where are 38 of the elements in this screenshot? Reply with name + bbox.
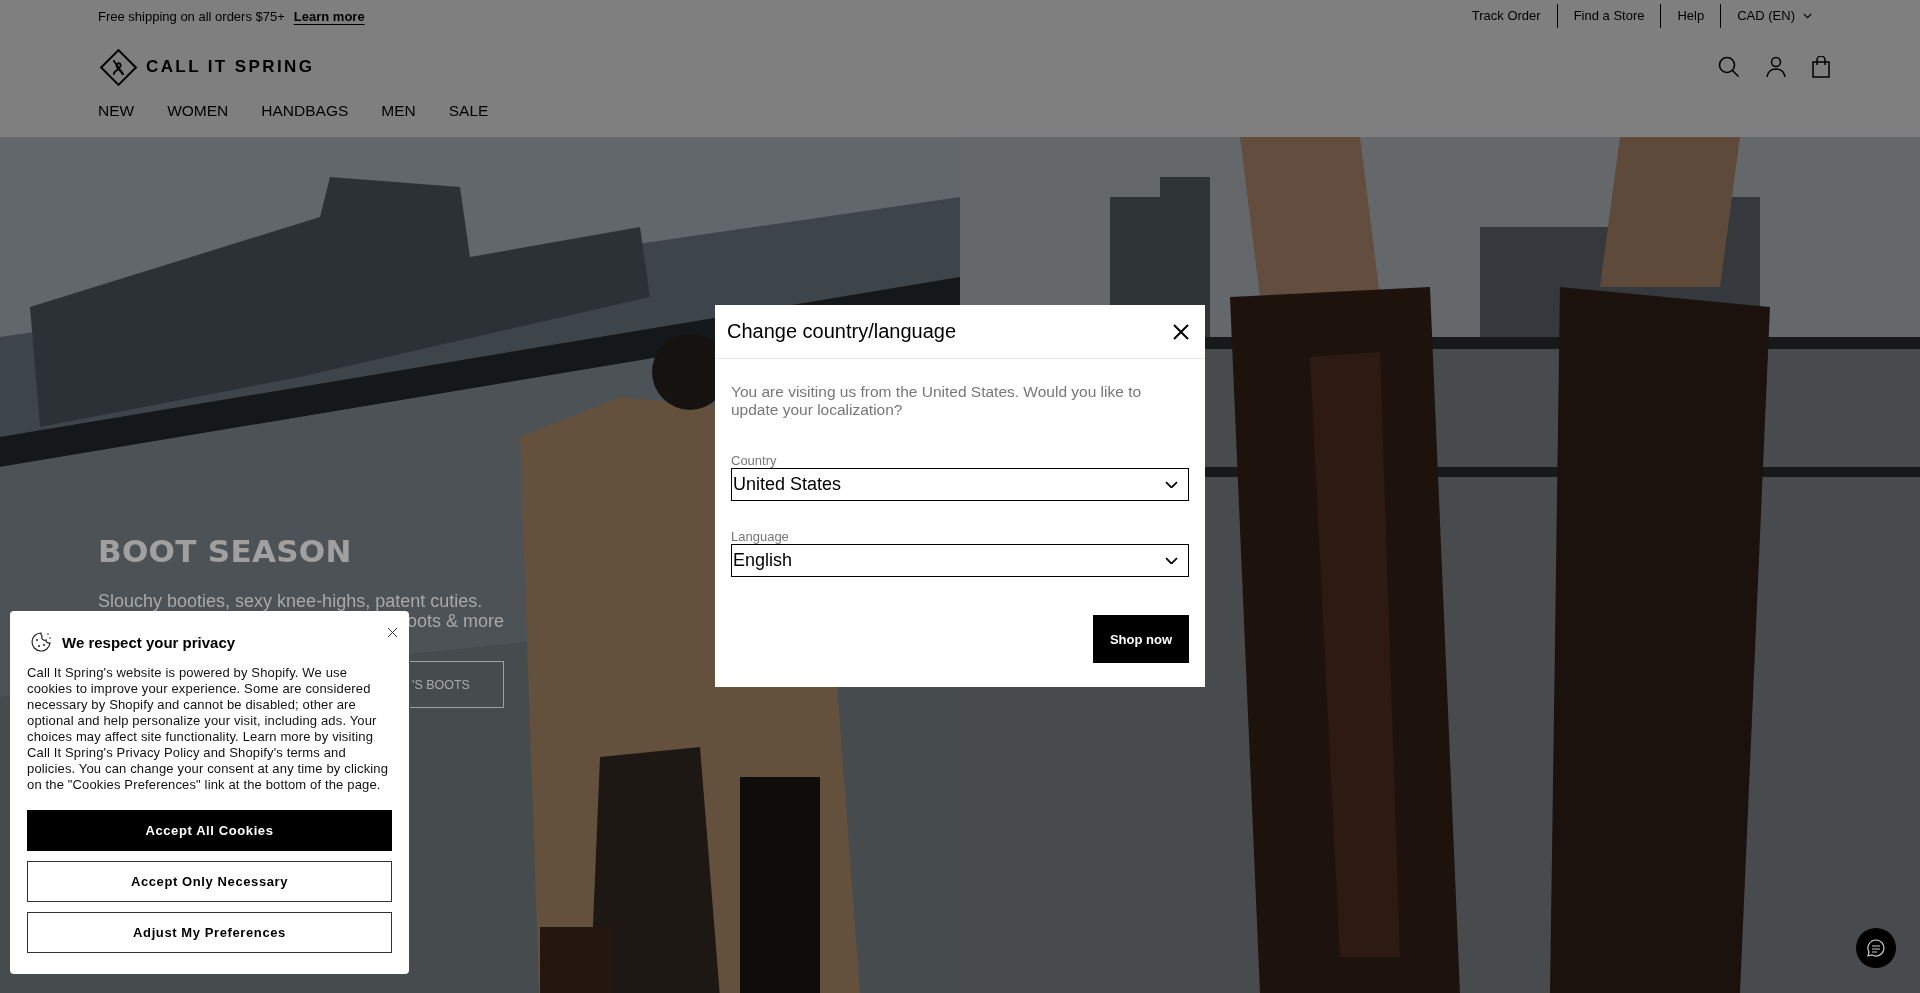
announcement-text: Free shipping on all orders $75+: [98, 8, 285, 24]
cookie-icon: [30, 631, 52, 653]
utility-link[interactable]: Track Order: [1455, 4, 1557, 28]
nav-link[interactable]: WOMEN: [167, 102, 229, 120]
logo-icon: [98, 46, 139, 88]
field-label: Country: [731, 453, 778, 468]
cookie-option-button[interactable]: Accept Only Necessary: [27, 861, 392, 902]
chat-icon: [1866, 938, 1886, 958]
account-icon[interactable]: [1766, 56, 1786, 78]
utility-link[interactable]: Help: [1660, 4, 1721, 28]
nav-link[interactable]: HANDBAGS: [261, 102, 349, 120]
shopping-bag-icon[interactable]: [1812, 56, 1830, 78]
dialog-title: Change country/language: [727, 320, 957, 343]
nav-link[interactable]: SALE: [448, 102, 489, 120]
cookie-title: We respect your privacy: [62, 633, 236, 651]
hero-title: BOOT SEASON: [98, 533, 353, 569]
select-field[interactable]: United States: [731, 468, 1189, 501]
search-icon[interactable]: [1718, 56, 1740, 78]
learn-more-link[interactable]: Learn more: [293, 8, 365, 24]
currency-selector[interactable]: CAD (EN): [1720, 4, 1828, 28]
shop-now-button[interactable]: Shop now: [1093, 615, 1189, 663]
close-button[interactable]: [385, 625, 400, 640]
logo-text: CALL IT SPRING: [146, 57, 315, 77]
field-label: Language: [731, 529, 790, 544]
utility-link[interactable]: Find a Store: [1556, 4, 1661, 28]
accept-button[interactable]: Accept All Cookies: [27, 810, 392, 851]
shop-boots-button[interactable]: 'S BOOTS: [410, 661, 504, 708]
nav-link[interactable]: NEW: [98, 102, 135, 120]
cookie-text: Call It Spring's website is powered by Shopify. We use cookies to improve your experience. Some are considered necessary by Shopify and cannot be disabled; other are optional and help personalize your visit, including ads. Your choices may affect site functionality. Learn more by visiting Call It Spring's Privacy Policy and Shopify's terms and policies. You can change your consent at any time by clicking on the "Cookies Preferences" link at the bottom of the page.: [27, 665, 390, 793]
select-field[interactable]: English: [731, 544, 1189, 577]
nav-link[interactable]: MEN: [381, 102, 416, 120]
dialog-message: You are visiting us from the United States. Would you like to update your localization?: [731, 383, 1143, 419]
hero-subtitle: oots & more: [406, 611, 504, 631]
chevron-down-icon: [1165, 480, 1178, 489]
cookie-option-button[interactable]: Adjust My Preferences: [27, 912, 392, 953]
chevron-down-icon: [1165, 556, 1178, 565]
hero-subtitle: Slouchy booties, sexy knee-highs, patent cuties.: [98, 591, 484, 611]
caret-icon: [1803, 13, 1812, 19]
